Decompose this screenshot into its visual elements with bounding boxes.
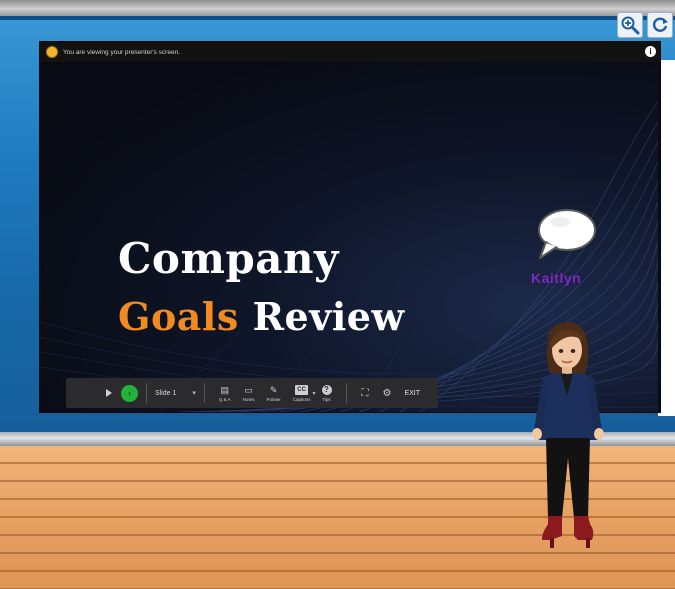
pointer-button[interactable]: ✎ Pointer [266,385,280,402]
notes-label: Notes [242,396,255,402]
exit-button[interactable]: EXIT [404,390,420,397]
toolbar-divider [146,383,147,403]
next-button[interactable]: › [121,384,138,402]
info-icon[interactable]: i [645,46,656,57]
pointer-label: Pointer [266,396,281,402]
refresh-icon [652,17,668,32]
ceiling-edge [0,16,675,20]
slide-selector-label: Slide 1 [155,389,177,397]
ceiling-trim [0,0,675,16]
zoom-in-icon [621,16,640,35]
notes-button[interactable]: ▭ Notes [243,385,255,402]
toolbar-divider [203,383,205,403]
qa-button[interactable]: ▤ Q & A [219,385,231,402]
play-icon[interactable] [106,389,112,397]
chevron-down-icon: ▾ [192,390,196,397]
viewing-banner: You are viewing your presenter's screen.… [40,42,660,62]
participant-name: Kaitlyn [531,270,582,286]
gear-icon[interactable]: ⚙ [383,388,392,399]
banner-text: You are viewing your presenter's screen. [63,48,180,56]
notes-icon: ▭ [244,384,253,395]
presenter-icon [47,47,57,57]
toolbar-divider [345,383,347,403]
slide-title-rest: Review [238,294,405,339]
captions-chevron-icon[interactable]: ▾ [312,390,315,397]
zoom-in-button[interactable] [617,12,643,38]
captions-button[interactable]: CC Captions [292,384,311,402]
pointer-icon: ✎ [269,384,278,395]
qa-label: Q & A [218,396,231,402]
slide-title-line1: Company [118,234,339,283]
refresh-button[interactable] [647,12,673,38]
arrow-right-icon: › [128,388,131,398]
presentation-toolbar: › Slide 1 ▾ ▤ Q & A ▭ Notes ✎ Pointer CC… [66,378,438,408]
qa-icon: ▤ [220,384,230,395]
avatar[interactable] [528,318,618,573]
captions-icon: CC [295,384,308,395]
chat-bubble-icon[interactable] [534,206,598,267]
slide-title-accent: Goals [118,294,239,339]
tips-label: Tips [322,396,331,402]
slide-title-line2: Goals Review [118,294,405,339]
screen-side-panel [658,60,675,416]
fullscreen-icon[interactable]: ⛶ [362,388,369,399]
captions-label: Captions [292,396,311,402]
tips-button[interactable]: ? Tips [321,384,332,402]
help-icon: ? [321,384,332,395]
avatar-figure-icon [532,322,604,548]
slide-selector[interactable]: Slide 1 ▾ [155,389,196,398]
